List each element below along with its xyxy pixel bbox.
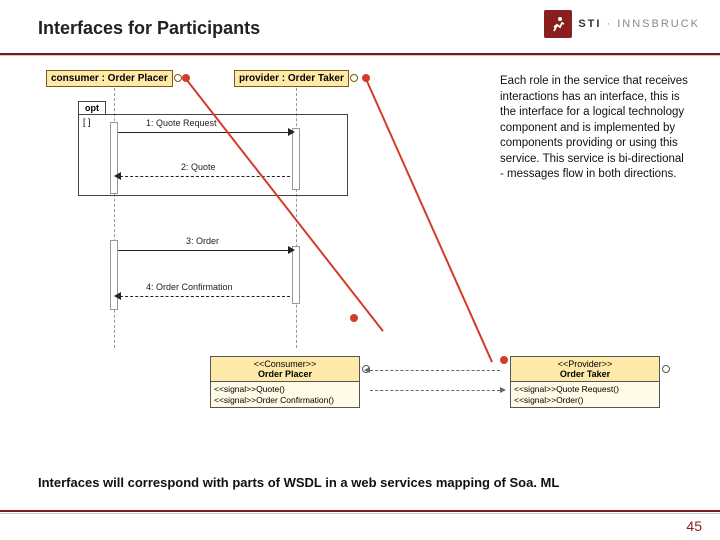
logo-text: STI · INNSBRUCK — [578, 18, 700, 30]
arrowhead-right-icon — [500, 387, 506, 393]
message-label: 2: Quote — [181, 162, 216, 172]
interface-operations: <<signal>>Quote() <<signal>>Order Confir… — [211, 382, 359, 407]
lifeline-head-provider: provider : Order Taker — [234, 70, 349, 87]
interface-name: Order Taker — [560, 369, 610, 379]
message-return-arrow — [120, 176, 290, 177]
footer-rule-thin — [0, 513, 720, 514]
lifeline-label: provider : Order Taker — [239, 73, 344, 84]
operation: <<signal>>Quote() — [214, 384, 356, 395]
lifeline-label: consumer : Order Placer — [51, 73, 168, 84]
message-return-arrow — [120, 296, 290, 297]
interface-provider: <<Provider>> Order Taker <<signal>>Quote… — [510, 356, 660, 408]
lifeline-head-consumer: consumer : Order Placer — [46, 70, 173, 87]
interface-lollipop-icon — [350, 74, 358, 82]
footer-rule — [0, 510, 720, 512]
operation: <<signal>>Order() — [514, 395, 656, 406]
interface-header: <<Consumer>> Order Placer — [211, 357, 359, 382]
footer-note: Interfaces will correspond with parts of… — [38, 475, 692, 492]
interface-consumer: <<Consumer>> Order Placer <<signal>>Quot… — [210, 356, 360, 408]
callout-dot-icon — [362, 74, 370, 82]
interface-name: Order Placer — [258, 369, 312, 379]
activation-bar — [292, 128, 300, 190]
interface-lollipop-icon — [662, 365, 670, 373]
opt-guard: [ ] — [83, 117, 91, 127]
opt-tab: opt — [78, 101, 106, 114]
callout-dot-icon — [500, 356, 508, 364]
activation-bar — [292, 246, 300, 304]
arrowhead-left-icon — [114, 172, 121, 180]
content-area: consumer : Order Placer provider : Order… — [0, 56, 720, 476]
callout-line — [365, 79, 493, 363]
arrowhead-left-icon — [114, 292, 121, 300]
logo-mark — [544, 10, 572, 38]
logo: STI · INNSBRUCK — [544, 10, 700, 38]
stereotype-label: <<Provider>> — [513, 359, 657, 369]
interface-header: <<Provider>> Order Taker — [511, 357, 659, 382]
message-arrow — [118, 132, 290, 133]
sequence-diagram: consumer : Order Placer provider : Order… — [36, 70, 416, 360]
arrowhead-left-icon — [364, 367, 370, 373]
interface-lollipop-icon — [174, 74, 182, 82]
arrowhead-right-icon — [288, 128, 295, 136]
message-label: 1: Quote Request — [146, 118, 217, 128]
slide: STI · INNSBRUCK Interfaces for Participa… — [0, 0, 720, 540]
arrowhead-right-icon — [288, 246, 295, 254]
message-label: 4: Order Confirmation — [146, 282, 233, 292]
logo-text-light: · INNSBRUCK — [601, 18, 700, 30]
activation-bar — [110, 122, 118, 194]
callout-dot-icon — [350, 314, 358, 322]
operation: <<signal>>Order Confirmation() — [214, 395, 356, 406]
callout-dot-icon — [182, 74, 190, 82]
logo-text-bold: STI — [578, 18, 601, 30]
description-text: Each role in the service that receives i… — [500, 74, 690, 183]
dependency-arrow — [370, 370, 500, 371]
message-label: 3: Order — [186, 236, 219, 246]
operation: <<signal>>Quote Request() — [514, 384, 656, 395]
dependency-arrow — [370, 390, 500, 391]
interface-operations: <<signal>>Quote Request() <<signal>>Orde… — [511, 382, 659, 407]
page-number: 45 — [686, 518, 702, 534]
stereotype-label: <<Consumer>> — [213, 359, 357, 369]
runner-icon — [549, 15, 567, 33]
message-arrow — [118, 250, 290, 251]
